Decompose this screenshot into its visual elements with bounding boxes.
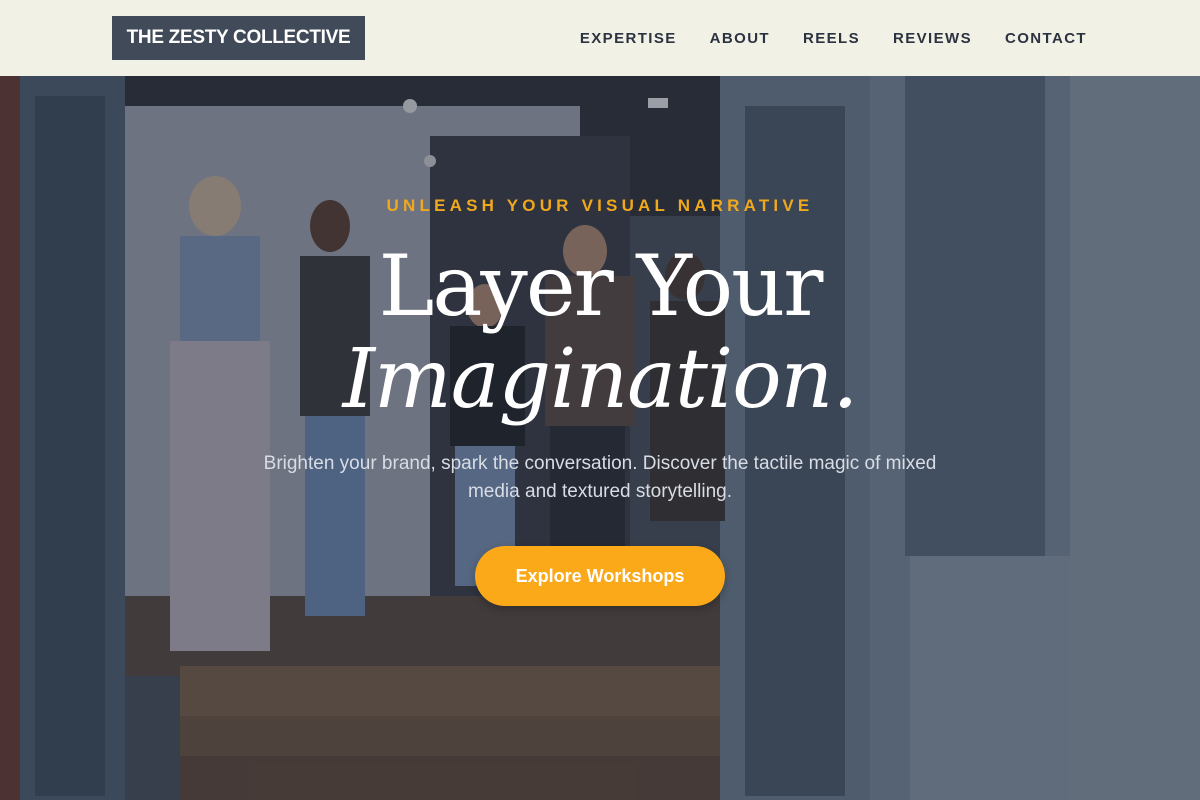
hero-subtitle: Brighten your brand, spark the conversat… — [263, 453, 937, 502]
hero-content: UNLEASH YOUR VISUAL NARRATIVE Layer Your… — [0, 76, 1200, 800]
nav-link-reviews[interactable]: REVIEWS — [893, 30, 972, 47]
hero-section: UNLEASH YOUR VISUAL NARRATIVE Layer Your… — [0, 76, 1200, 800]
hero-title-line-2: Imagination. — [342, 332, 859, 427]
nav-link-contact[interactable]: CONTACT — [1005, 30, 1087, 47]
nav-link-reels[interactable]: REELS — [803, 30, 860, 47]
nav-link-about[interactable]: ABOUT — [710, 30, 770, 47]
nav-link-expertise[interactable]: EXPERTISE — [580, 30, 677, 47]
hero-title-line-1: Layer Your — [378, 237, 824, 335]
main-nav: EXPERTISE ABOUT REELS REVIEWS CONTACT — [547, 0, 1087, 76]
hero-eyebrow: UNLEASH YOUR VISUAL NARRATIVE — [386, 196, 814, 215]
explore-workshops-button[interactable]: Explore Workshops — [475, 546, 725, 606]
site-header: THE ZESTY COLLECTIVE EXPERTISE ABOUT REE… — [0, 0, 1200, 76]
site-logo[interactable]: THE ZESTY COLLECTIVE — [112, 16, 365, 60]
